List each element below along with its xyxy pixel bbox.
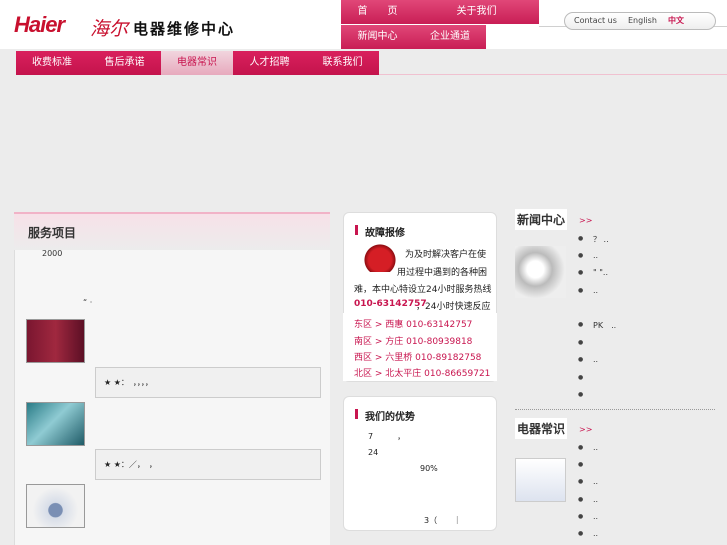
services-title: 服务项目 — [28, 226, 77, 240]
district-place: 北太平庄 — [385, 369, 422, 379]
repair-title: 故障报修 — [355, 224, 405, 239]
tips-more-link[interactable]: >> — [579, 425, 592, 434]
nav-aftersales[interactable]: 售后承诺 — [88, 51, 161, 75]
district-place: 方庄 — [385, 337, 404, 347]
english-link[interactable]: English — [628, 13, 657, 29]
fridge-thumb[interactable] — [26, 402, 85, 446]
washer-thumb[interactable] — [26, 484, 85, 528]
district-place: 六里桥 — [385, 353, 413, 363]
contact-us-link[interactable]: Contact us — [574, 13, 617, 29]
nav-home[interactable]: 首 页 — [341, 0, 414, 24]
news-item[interactable]: .. — [578, 286, 598, 295]
news-item[interactable]: " ".. — [578, 268, 608, 277]
tips-item[interactable]: .. — [578, 529, 598, 538]
repair-line-1: 为及时解决客户在使 — [405, 250, 487, 260]
tips-image — [515, 458, 566, 502]
nav-fees[interactable]: 收费标准 — [16, 51, 88, 75]
language-switcher: Contact us English 中文 — [564, 12, 716, 30]
tips-item[interactable]: .. — [578, 477, 598, 486]
nav-about[interactable]: 关于我们 — [414, 0, 539, 24]
hotline-suffix: ，24小时快速反应 — [416, 302, 491, 312]
news-item[interactable]: .. — [578, 251, 598, 260]
news-item[interactable]: .. — [578, 355, 598, 364]
repair-line-3: 难，本中心特设立24小时服务热线 — [354, 285, 492, 295]
tips-item[interactable]: .. — [578, 512, 598, 521]
tips-item[interactable]: .. — [578, 495, 598, 504]
chinese-link[interactable]: 中文 — [668, 13, 684, 29]
repair-line-2: 用过程中遇到的各种困 — [397, 268, 488, 278]
advantage-line: 7 ， — [368, 432, 406, 441]
nav-appliance-tips[interactable]: 电器常识 — [161, 51, 233, 75]
nav-contact[interactable]: 联系我们 — [306, 51, 379, 75]
haier-cn-logo: 海尔 — [90, 18, 129, 40]
main-nav: 收费标准 售后承诺 电器常识 人才招聘 联系我们 — [16, 51, 379, 75]
service-box-2: ★ ★：／， ， — [95, 449, 321, 480]
news-image — [515, 246, 566, 298]
district-phone: 010-63142757 — [406, 320, 473, 330]
advantage-line: 90% — [420, 464, 438, 473]
haier-logo[interactable]: Haier — [14, 12, 65, 38]
advantages-title: 我们的优势 — [355, 408, 415, 423]
news-more-link[interactable]: >> — [579, 216, 592, 225]
district-area: 北区 — [354, 369, 373, 379]
top-nav: 首 页 关于我们 新闻中心 企业通道 — [341, 0, 539, 49]
district-phone: 010-80939818 — [406, 337, 473, 347]
nav-news[interactable]: 新闻中心 — [341, 25, 414, 49]
advantage-line: 24 — [368, 448, 379, 457]
tips-title[interactable]: 电器常识 — [515, 418, 568, 439]
districts-list: 东区 > 西惠 010-63142757 南区 > 方庄 010-8093981… — [343, 313, 497, 381]
news-title[interactable]: 新闻中心 — [515, 209, 568, 230]
advantage-line: 3（ ｜ — [424, 516, 462, 525]
divider — [515, 409, 715, 410]
nav-jobs[interactable]: 人才招聘 — [233, 51, 306, 75]
refrigerator-thumb[interactable] — [26, 319, 85, 363]
district-phone: 010-86659721 — [424, 369, 491, 379]
news-item[interactable]: PK .. — [578, 320, 616, 331]
divider — [379, 74, 727, 75]
district-phone: 010-89182758 — [415, 353, 482, 363]
site-title: 电器维修中心 — [133, 20, 236, 38]
news-item[interactable]: ？ .. — [578, 234, 608, 245]
district-area: 南区 — [354, 337, 373, 347]
district-place: 西惠 — [385, 320, 404, 330]
phone-icon — [362, 242, 398, 272]
services-intro: 2000 — [42, 249, 63, 258]
nav-enterprise[interactable]: 企业通道 — [414, 25, 486, 49]
district-area: 东区 — [354, 320, 373, 330]
service-box-1: ★ ★： ，，，， — [95, 367, 321, 398]
services-dots: “ · — [83, 298, 93, 307]
tips-item[interactable]: .. — [578, 443, 598, 452]
district-area: 西区 — [354, 353, 373, 363]
